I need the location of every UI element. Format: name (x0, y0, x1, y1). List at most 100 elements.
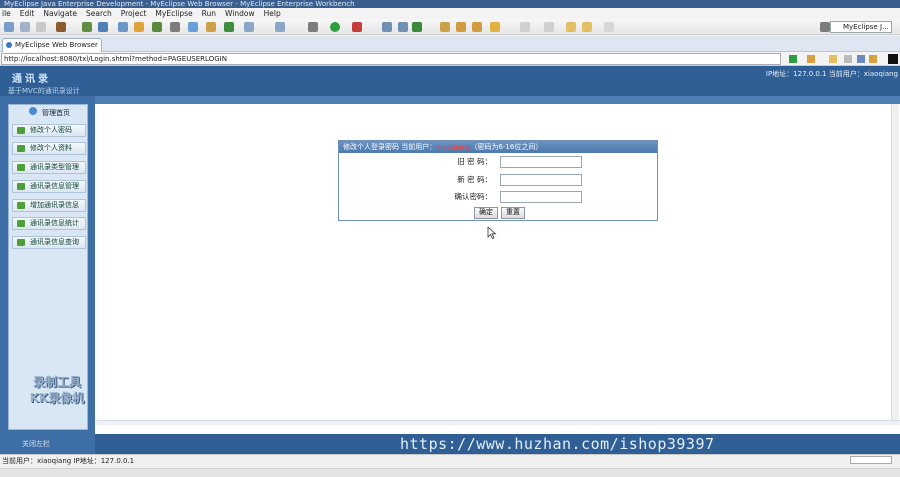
annotation-icon[interactable] (472, 22, 482, 32)
mouse-cursor-icon (487, 227, 497, 239)
confirm-password-input[interactable] (500, 191, 582, 203)
sidebar-item-query[interactable]: 通讯录信息查询 (12, 236, 86, 249)
open-type-icon[interactable] (244, 22, 254, 32)
address-bar: http://localhost:8080/txl/Login.shtml?me… (0, 52, 900, 66)
recorder-watermark: 录制工具 KK录像机 (18, 374, 96, 408)
menu-arrow-icon (17, 164, 25, 171)
content-header-bar (95, 96, 900, 104)
open-perspective-icon[interactable] (820, 22, 830, 32)
refresh-icon[interactable] (857, 55, 865, 63)
menu-run[interactable]: Run (202, 8, 216, 19)
menu-arrow-icon (17, 220, 25, 227)
forward-icon[interactable] (829, 55, 837, 63)
go-icon[interactable] (789, 55, 797, 63)
menu-arrow-icon (17, 145, 25, 152)
debug-icon[interactable] (352, 22, 362, 32)
new-package-icon[interactable] (398, 22, 408, 32)
sidebar-title[interactable]: 管理首页 (42, 108, 102, 118)
run-icon[interactable] (330, 22, 340, 32)
menu-arrow-icon (17, 239, 25, 246)
console-icon[interactable] (888, 54, 898, 64)
menu-navigate[interactable]: Navigate (43, 8, 77, 19)
window-title: MyEclipse Java Enterprise Development - … (0, 0, 900, 8)
address-input[interactable]: http://localhost:8080/txl/Login.shtml?me… (1, 53, 781, 65)
menu-help[interactable]: Help (264, 8, 281, 19)
old-password-label: 旧 密 码： (457, 157, 492, 166)
dialog-title: 修改个人登录密码 当前用户：xiaoqiang（密码为6-16位之间） (339, 141, 657, 153)
progress-indicator (850, 456, 892, 464)
forward-icon[interactable] (582, 22, 592, 32)
vertical-scrollbar[interactable] (891, 104, 899, 420)
status-bar: 当前用户：xiaoqiang IP地址：127.0.0.1 (0, 454, 900, 468)
package-icon[interactable] (152, 22, 162, 32)
sidebar-item-label: 修改个人资料 (30, 144, 72, 152)
tab-web-browser[interactable]: MyEclipse Web Browser (2, 38, 102, 52)
prev-annotation-icon[interactable] (544, 22, 554, 32)
sidebar-item-label: 增加通讯录信息 (30, 201, 79, 209)
new-password-label: 新 密 码： (457, 175, 492, 184)
home-icon[interactable] (869, 55, 877, 63)
back-icon[interactable] (566, 22, 576, 32)
horizontal-scrollbar[interactable] (95, 420, 900, 425)
browser-content (0, 66, 900, 454)
new-password-input[interactable] (500, 174, 582, 186)
dialog-title-prefix: 修改个人登录密码 当前用户： (343, 143, 437, 151)
reset-button[interactable]: 重置 (501, 207, 525, 219)
new-folder-icon[interactable] (412, 22, 422, 32)
open-task-icon[interactable] (275, 22, 285, 32)
menu-arrow-icon (17, 183, 25, 190)
menu-arrow-icon (17, 202, 25, 209)
pencil-icon[interactable] (456, 22, 466, 32)
watermark-line: KK录像机 (29, 391, 85, 405)
plugin-icon[interactable] (206, 22, 216, 32)
refresh-icon[interactable] (224, 22, 234, 32)
sidebar-item-label: 通讯录信息统计 (30, 219, 79, 227)
sidebar-item-label: 通讯录类型管理 (30, 163, 79, 171)
browser-icon[interactable] (188, 22, 198, 32)
menu-file[interactable]: ile (2, 8, 11, 19)
pin-icon[interactable] (604, 22, 614, 32)
new-icon[interactable] (4, 22, 14, 32)
save-icon[interactable] (20, 22, 30, 32)
stop-icon[interactable] (844, 55, 852, 63)
menu-bar: ile Edit Navigate Search Project MyEclip… (0, 8, 900, 19)
sidebar-item-add-info[interactable]: 增加通讯录信息 (12, 199, 86, 212)
old-password-input[interactable] (500, 156, 582, 168)
gear-icon[interactable] (308, 22, 318, 32)
site-logo: 通讯录 (12, 74, 51, 85)
print-icon[interactable] (56, 22, 66, 32)
menu-myeclipse[interactable]: MyEclipse (155, 8, 192, 19)
sidebar-item-label: 通讯录信息管理 (30, 182, 79, 190)
menu-edit[interactable]: Edit (20, 8, 35, 19)
sidebar-item-label: 通讯录信息查询 (30, 238, 79, 246)
sidebar-item-type-manage[interactable]: 通讯录类型管理 (12, 161, 86, 174)
save-all-icon[interactable] (36, 22, 46, 32)
sidebar-item-info-manage[interactable]: 通讯录信息管理 (12, 180, 86, 193)
menu-project[interactable]: Project (121, 8, 147, 19)
close-sidebar-link[interactable]: 关闭左栏 (0, 434, 95, 454)
system-name: 基于MVC的通讯录设计 (8, 87, 80, 95)
settings-icon[interactable] (170, 22, 180, 32)
back-icon[interactable] (807, 55, 815, 63)
menu-search[interactable]: Search (86, 8, 112, 19)
task-icon[interactable] (490, 22, 500, 32)
watermark-line: 录制工具 (32, 375, 81, 389)
menu-arrow-icon (17, 127, 25, 134)
sidebar-item-edit-profile[interactable]: 修改个人资料 (12, 142, 86, 155)
password-hint: （密码为6-16位之间） (470, 143, 543, 151)
sidebar-item-change-password[interactable]: 修改个人密码 (12, 124, 86, 137)
submit-button[interactable]: 确定 (474, 207, 498, 219)
deploy-icon[interactable] (82, 22, 92, 32)
database-icon[interactable] (134, 22, 144, 32)
toolbar: MyEclipse J... (0, 19, 900, 35)
workbench-bottom-bar (0, 468, 900, 477)
confirm-password-label: 确认密码： (454, 192, 493, 201)
sidebar-item-statistics[interactable]: 通讯录信息统计 (12, 217, 86, 230)
search-icon[interactable] (440, 22, 450, 32)
new-class-icon[interactable] (382, 22, 392, 32)
perspective-switcher[interactable]: MyEclipse J... (830, 21, 892, 33)
next-annotation-icon[interactable] (520, 22, 530, 32)
menu-window[interactable]: Window (225, 8, 255, 19)
web-project-icon[interactable] (118, 22, 128, 32)
server-icon[interactable] (98, 22, 108, 32)
